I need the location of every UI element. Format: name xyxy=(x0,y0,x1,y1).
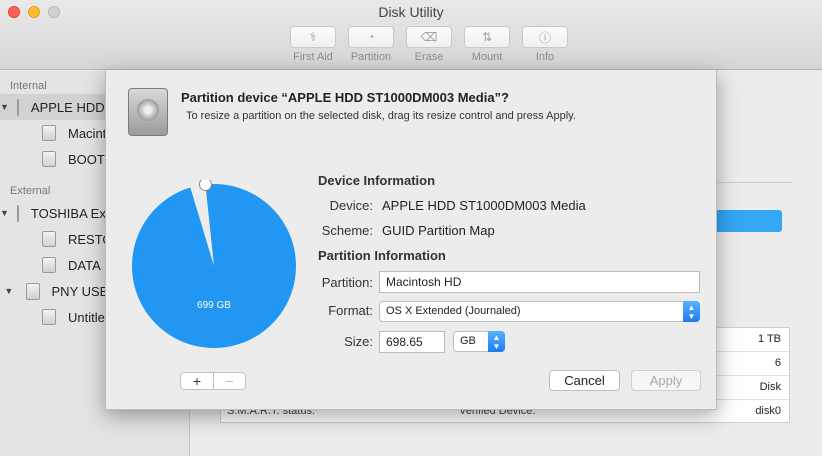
toolbar-partition[interactable]: ◔ Partition xyxy=(342,26,400,63)
device-id-value: disk0 xyxy=(755,405,781,417)
format-label: Format: xyxy=(328,303,373,318)
size-input[interactable] xyxy=(379,331,445,353)
partition-info-heading: Partition Information xyxy=(318,248,446,263)
toolbar-label: Erase xyxy=(414,51,444,63)
toolbar-erase[interactable]: ⌫ Erase xyxy=(400,26,458,63)
divider xyxy=(712,182,792,183)
partition-icon[interactable]: ◔ xyxy=(348,26,394,48)
toolbar-info[interactable]: ⓘ Info xyxy=(516,26,574,63)
table-cell-value: 1 TB xyxy=(757,333,781,345)
dialog-title: Partition device “APPLE HDD ST1000DM003 … xyxy=(181,90,509,105)
toolbar-label: Mount xyxy=(471,51,503,63)
partition-dialog: Partition device “APPLE HDD ST1000DM003 … xyxy=(105,70,717,410)
partition-name-field[interactable] xyxy=(379,271,700,293)
erase-icon[interactable]: ⌫ xyxy=(406,26,452,48)
disclosure-triangle-icon[interactable]: ▼ xyxy=(0,102,9,112)
volume-icon xyxy=(42,231,56,247)
format-select-value: OS X Extended (Journaled) xyxy=(386,305,521,317)
size-label: Size: xyxy=(344,334,373,349)
scheme-label: Scheme: xyxy=(321,223,373,238)
resize-handle[interactable] xyxy=(198,180,212,191)
stethoscope-icon[interactable]: ⚕ xyxy=(290,26,336,48)
dialog-subtitle: To resize a partition on the selected di… xyxy=(186,110,576,122)
device-label: Device: xyxy=(329,198,373,213)
sidebar-item-label: DATA xyxy=(68,257,101,273)
disclosure-triangle-icon[interactable]: ▼ xyxy=(0,208,9,218)
remove-partition-button[interactable]: − xyxy=(212,373,245,389)
table-cell-value: Disk xyxy=(759,381,781,393)
info-icon[interactable]: ⓘ xyxy=(522,26,568,48)
toolbar-mount[interactable]: ⇅ Mount xyxy=(458,26,516,63)
device-info-heading: Device Information xyxy=(318,173,436,188)
partition-label: Partition: xyxy=(321,275,373,290)
cancel-button[interactable]: Cancel xyxy=(549,370,620,391)
volume-icon xyxy=(42,151,56,167)
apply-button[interactable]: Apply xyxy=(631,370,701,391)
add-partition-button[interactable]: + xyxy=(181,373,213,389)
chevron-updown-icon: ▲ ▼ xyxy=(488,331,505,352)
format-select[interactable]: OS X Extended (Journaled) ▲ ▼ xyxy=(379,301,700,322)
toolbar-label: Info xyxy=(535,51,555,63)
usage-bar xyxy=(712,210,782,232)
external-disk-icon xyxy=(16,204,19,222)
window-titlebar: Disk Utility ⚕ First Aid ◔ Partition ⌫ E… xyxy=(0,0,822,70)
volume-icon xyxy=(42,125,56,141)
size-unit-select[interactable]: GB ▲ ▼ xyxy=(453,331,505,352)
mount-icon[interactable]: ⇅ xyxy=(464,26,510,48)
window-title: Disk Utility xyxy=(378,4,444,20)
disclosure-triangle-icon[interactable]: ▼ xyxy=(0,286,18,296)
device-value: APPLE HDD ST1000DM003 Media xyxy=(382,198,586,213)
volume-icon xyxy=(42,309,56,325)
hard-disk-icon xyxy=(16,98,19,116)
toolbar-label: Partition xyxy=(350,51,392,63)
sidebar-header-external: External xyxy=(10,185,51,197)
scheme-value: GUID Partition Map xyxy=(382,223,495,238)
volume-icon xyxy=(42,257,56,273)
table-cell-value: 6 xyxy=(774,357,781,369)
sidebar-header-internal: Internal xyxy=(10,80,47,92)
toolbar-label: First Aid xyxy=(293,51,333,63)
toolbar-first-aid[interactable]: ⚕ First Aid xyxy=(284,26,342,63)
size-unit-value: GB xyxy=(460,335,476,347)
hard-disk-icon xyxy=(128,88,168,136)
toolbar: ⚕ First Aid ◔ Partition ⌫ Erase ⇅ Mount … xyxy=(284,26,574,63)
usb-disk-icon xyxy=(25,282,40,300)
add-remove-partition: + − xyxy=(180,372,246,390)
chevron-updown-icon: ▲ ▼ xyxy=(683,301,700,322)
